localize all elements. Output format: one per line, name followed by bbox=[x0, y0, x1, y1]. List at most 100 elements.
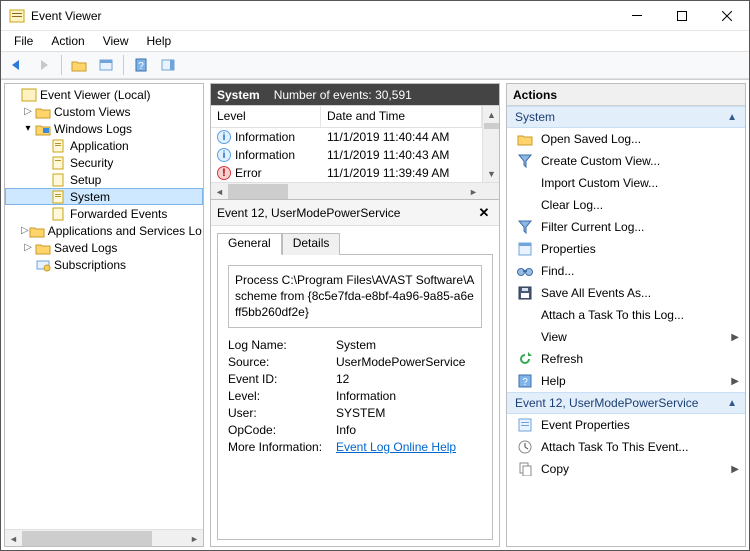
help-icon: ? bbox=[517, 373, 533, 389]
action-refresh[interactable]: Refresh bbox=[507, 348, 745, 370]
forward-button[interactable] bbox=[32, 54, 56, 76]
blank-icon bbox=[517, 307, 533, 323]
folder-icon bbox=[35, 104, 51, 120]
folder-windows-icon bbox=[35, 121, 51, 137]
tree-subscriptions[interactable]: Subscriptions bbox=[5, 256, 203, 273]
results-pane: System Number of events: 30,591 Level Da… bbox=[210, 83, 500, 547]
tree-hscrollbar[interactable]: ◄ ► bbox=[5, 529, 203, 546]
properties-button[interactable] bbox=[94, 54, 118, 76]
scroll-right-icon[interactable]: ► bbox=[465, 183, 482, 200]
open-saved-log-button[interactable] bbox=[67, 54, 91, 76]
scroll-up-icon[interactable]: ▲ bbox=[483, 106, 500, 123]
kv-level: Level:Information bbox=[228, 389, 482, 403]
maximize-button[interactable] bbox=[659, 1, 704, 30]
action-find[interactable]: Find... bbox=[507, 260, 745, 282]
close-button[interactable] bbox=[704, 1, 749, 30]
scroll-thumb[interactable] bbox=[228, 184, 288, 199]
level-text: Information bbox=[235, 130, 295, 144]
action-clear-log[interactable]: Clear Log... bbox=[507, 194, 745, 216]
action-properties[interactable]: Properties bbox=[507, 238, 745, 260]
expander-icon[interactable]: ▷ bbox=[21, 106, 35, 117]
detail-header: Event 12, UserModePowerService ✕ bbox=[211, 200, 499, 226]
tree-root[interactable]: Event Viewer (Local) bbox=[5, 86, 203, 103]
tree-label: Setup bbox=[70, 173, 101, 187]
event-properties-icon bbox=[517, 417, 533, 433]
scroll-thumb[interactable] bbox=[22, 531, 152, 546]
tree-saved-logs[interactable]: ▷ Saved Logs bbox=[5, 239, 203, 256]
online-help-link[interactable]: Event Log Online Help bbox=[336, 440, 456, 454]
action-help[interactable]: ?Help▶ bbox=[507, 370, 745, 392]
tab-details[interactable]: Details bbox=[282, 233, 341, 255]
tree-system[interactable]: System bbox=[5, 188, 203, 205]
close-detail-icon[interactable]: ✕ bbox=[475, 204, 493, 222]
menu-action[interactable]: Action bbox=[44, 33, 91, 49]
collapse-icon[interactable]: ▲ bbox=[727, 112, 737, 123]
action-view[interactable]: View▶ bbox=[507, 326, 745, 348]
actions-body: System ▲ Open Saved Log... Create Custom… bbox=[507, 106, 745, 546]
tree-apps-services-logs[interactable]: ▷ Applications and Services Lo bbox=[5, 222, 203, 239]
action-filter-current-log[interactable]: Filter Current Log... bbox=[507, 216, 745, 238]
event-row[interactable]: !Error 11/1/2019 11:39:49 AM bbox=[211, 164, 482, 182]
scroll-down-icon[interactable]: ▼ bbox=[483, 165, 500, 182]
expander-icon[interactable]: ▷ bbox=[21, 242, 35, 253]
event-row[interactable]: iInformation 11/1/2019 11:40:43 AM bbox=[211, 146, 482, 164]
scroll-left-icon[interactable]: ◄ bbox=[211, 183, 228, 200]
scroll-thumb[interactable] bbox=[484, 123, 499, 129]
tree-setup[interactable]: Setup bbox=[5, 171, 203, 188]
datetime-text: 11/1/2019 11:40:44 AM bbox=[321, 130, 482, 144]
menu-help[interactable]: Help bbox=[140, 33, 179, 49]
action-open-saved-log[interactable]: Open Saved Log... bbox=[507, 128, 745, 150]
window-title: Event Viewer bbox=[31, 9, 614, 23]
console-tree[interactable]: Event Viewer (Local) ▷ Custom Views ▾ Wi… bbox=[5, 84, 203, 529]
main-body: Event Viewer (Local) ▷ Custom Views ▾ Wi… bbox=[1, 79, 749, 550]
svg-text:?: ? bbox=[138, 61, 144, 72]
event-row[interactable]: iInformation 11/1/2019 11:40:44 AM bbox=[211, 128, 482, 146]
help-button[interactable]: ? bbox=[129, 54, 153, 76]
save-icon bbox=[517, 285, 533, 301]
action-copy[interactable]: Copy▶ bbox=[507, 458, 745, 480]
actions-group-system[interactable]: System ▲ bbox=[507, 106, 745, 128]
events-count: Number of events: 30,591 bbox=[274, 88, 412, 102]
action-import-custom-view[interactable]: Import Custom View... bbox=[507, 172, 745, 194]
copy-icon bbox=[517, 461, 533, 477]
tree-windows-logs[interactable]: ▾ Windows Logs bbox=[5, 120, 203, 137]
action-event-properties[interactable]: Event Properties bbox=[507, 414, 745, 436]
menu-file[interactable]: File bbox=[7, 33, 40, 49]
actions-group-event[interactable]: Event 12, UserModePowerService ▲ bbox=[507, 392, 745, 414]
scroll-right-icon[interactable]: ► bbox=[186, 530, 203, 547]
app-icon bbox=[9, 8, 25, 24]
expander-icon[interactable]: ▾ bbox=[21, 123, 35, 134]
submenu-icon: ▶ bbox=[731, 332, 739, 343]
blank-icon bbox=[517, 329, 533, 345]
tree-security[interactable]: Security bbox=[5, 154, 203, 171]
tree-application[interactable]: Application bbox=[5, 137, 203, 154]
scroll-left-icon[interactable]: ◄ bbox=[5, 530, 22, 547]
col-level[interactable]: Level bbox=[211, 106, 321, 127]
col-datetime[interactable]: Date and Time bbox=[321, 106, 482, 127]
collapse-icon[interactable]: ▲ bbox=[727, 398, 737, 409]
window-buttons bbox=[614, 1, 749, 30]
tree-custom-views[interactable]: ▷ Custom Views bbox=[5, 103, 203, 120]
tree-label: System bbox=[70, 190, 110, 204]
refresh-icon bbox=[517, 351, 533, 367]
menu-view[interactable]: View bbox=[96, 33, 136, 49]
action-create-custom-view[interactable]: Create Custom View... bbox=[507, 150, 745, 172]
events-hscrollbar[interactable]: ◄ ► bbox=[211, 182, 499, 199]
event-message: Process C:\Program Files\AVAST Software\… bbox=[228, 265, 482, 328]
actions-header: Actions bbox=[507, 84, 745, 106]
svg-text:?: ? bbox=[522, 377, 528, 388]
events-list-header: System Number of events: 30,591 bbox=[211, 84, 499, 106]
minimize-button[interactable] bbox=[614, 1, 659, 30]
action-attach-task-event[interactable]: Attach Task To This Event... bbox=[507, 436, 745, 458]
show-hide-action-pane-button[interactable] bbox=[156, 54, 180, 76]
action-attach-task-log[interactable]: Attach a Task To this Log... bbox=[507, 304, 745, 326]
back-button[interactable] bbox=[5, 54, 29, 76]
msg-line: Process C:\Program Files\AVAST Software\… bbox=[235, 272, 475, 288]
tab-general[interactable]: General bbox=[217, 233, 282, 255]
toolbar-separator bbox=[61, 55, 62, 75]
action-save-all-events[interactable]: Save All Events As... bbox=[507, 282, 745, 304]
expander-icon[interactable]: ▷ bbox=[21, 225, 29, 236]
tree-label: Forwarded Events bbox=[70, 207, 167, 221]
tree-forwarded-events[interactable]: Forwarded Events bbox=[5, 205, 203, 222]
events-vscrollbar[interactable]: ▲ ▼ bbox=[482, 106, 499, 182]
